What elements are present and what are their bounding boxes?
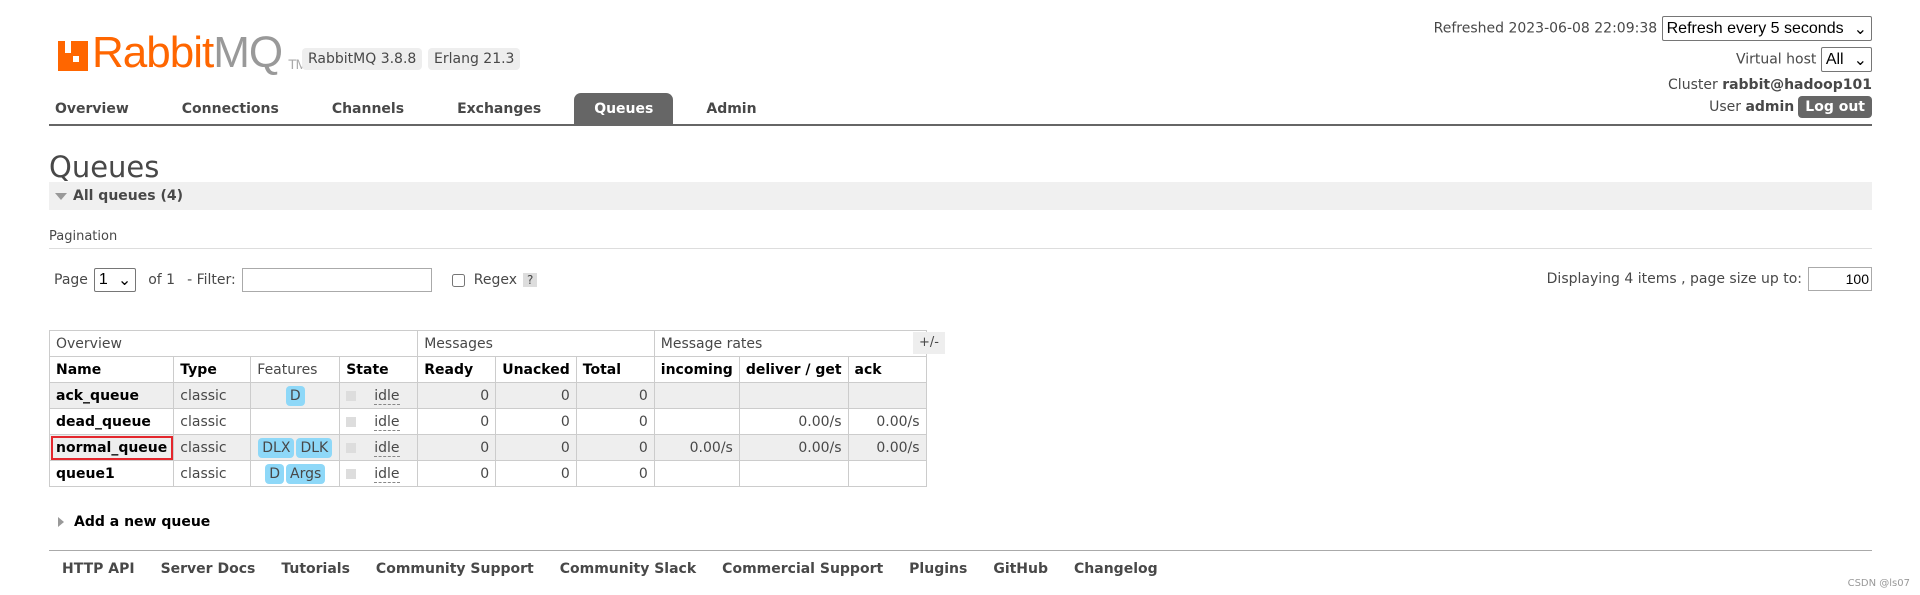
tab-channels[interactable]: Channels [312,93,424,124]
footer-link[interactable]: Server Docs [161,561,256,577]
column-header[interactable]: Total [575,356,655,383]
rabbitmq-logo: Rabbit MQ TM [58,28,307,78]
page-size-input[interactable] [1808,267,1872,291]
queue-type: classic [180,439,227,456]
erlang-badge: Erlang 21.3 [428,48,521,70]
footer-link[interactable]: Plugins [909,561,967,577]
queue-type: classic [180,413,227,430]
total-value: 0 [638,387,648,404]
queue-name-link[interactable]: queue1 [56,466,115,482]
column-header[interactable]: Ready [417,356,497,383]
column-header[interactable]: Features [250,356,341,383]
expand-triangle-icon [58,517,64,527]
regex-checkbox[interactable] [451,273,465,287]
queue-type: classic [180,387,227,404]
incoming-value: 0.00/s [689,439,733,456]
all-queues-toggle[interactable]: All queues (4) [49,182,1872,210]
footer-link[interactable]: Community Slack [560,561,696,577]
deliver-value: 0.00/s [798,439,842,456]
column-header[interactable]: deliver / get [738,356,849,383]
feature-badge: DLX [258,437,295,458]
refresh-select[interactable]: Refresh every 5 seconds ⌄ [1661,16,1872,41]
footer-link[interactable]: Tutorials [281,561,350,577]
ack-value: 0.00/s [876,413,920,430]
queue-name-link[interactable]: ack_queue [56,388,139,404]
tab-overview[interactable]: Overview [49,93,149,124]
rabbit-logo-icon [58,41,88,71]
unacked-value: 0 [560,439,570,456]
queues-table: Overview Messages Message rates Name Type… [48,330,927,487]
total-value: 0 [638,439,648,456]
queue-name-link[interactable]: dead_queue [56,414,151,430]
version-badge: RabbitMQ 3.8.8 [302,48,423,70]
column-header[interactable]: Name [48,356,175,383]
tab-connections[interactable]: Connections [162,93,299,124]
page-select[interactable]: 1 ⌄ [93,268,137,292]
unacked-value: 0 [560,465,570,482]
add-queue-toggle[interactable]: Add a new queue [58,514,210,530]
tab-exchanges[interactable]: Exchanges [437,93,561,124]
footer-link[interactable]: Changelog [1074,561,1158,577]
ack-value: 0.00/s [876,439,920,456]
table-row: ack_queue classic Didle 0 0 0 [48,382,927,409]
queue-type: classic [180,465,227,482]
state-indicator-icon [346,390,357,401]
watermark: CSDN @ls07 [1847,578,1910,589]
deliver-value: 0.00/s [798,413,842,430]
refreshed-text: Refreshed 2023-06-08 22:09:38 [1433,20,1658,37]
ready-value: 0 [480,439,490,456]
tab-admin[interactable]: Admin [686,93,776,124]
cluster-name: rabbit@hadoop101 [1722,77,1872,93]
table-row: normal_queue classic DLX DLK idle 0 0 0 0.00/s 0.… [48,434,927,461]
toggle-columns-button[interactable]: +/- [913,332,945,354]
feature-badge: Args [286,463,326,484]
state-indicator-icon [346,416,357,427]
feature-badge: D [285,385,305,406]
pagination-heading: Pagination [49,229,118,244]
table-row: queue1 classic D Args idle 0 0 0 [48,460,927,487]
page-title: Queues [49,150,160,184]
vhost-label: Virtual host [1735,51,1817,68]
divider [49,248,1872,249]
chevron-down-icon: ⌄ [117,272,132,289]
footer-link[interactable]: GitHub [993,561,1048,577]
column-header[interactable]: Unacked [495,356,577,383]
feature-badge: DLK [296,437,333,458]
main-nav: Overview Connections Channels Exchanges Queu… [49,93,1872,126]
ready-value: 0 [480,465,490,482]
ready-value: 0 [480,413,490,430]
footer-link[interactable]: Community Support [376,561,534,577]
unacked-value: 0 [560,387,570,404]
state-indicator-icon [346,442,357,453]
state-text: idle [374,465,400,483]
unacked-value: 0 [560,413,570,430]
column-header[interactable]: Type [173,356,252,383]
ready-value: 0 [480,387,490,404]
footer-link[interactable]: HTTP API [62,561,135,577]
vhost-select[interactable]: All ⌄ [1820,47,1872,72]
total-value: 0 [638,465,648,482]
chevron-down-icon: ⌄ [1853,20,1867,38]
collapse-triangle-icon [55,193,67,200]
state-text: idle [374,387,400,405]
column-header[interactable]: ack [847,356,927,383]
tab-queues[interactable]: Queues [574,93,674,124]
state-text: idle [374,439,400,457]
feature-badge: D [265,463,284,484]
column-header[interactable]: incoming [653,356,740,383]
chevron-down-icon: ⌄ [1853,51,1867,69]
state-text: idle [374,413,400,431]
total-value: 0 [638,413,648,430]
footer: HTTP API Server Docs Tutorials Community Su… [49,550,1872,577]
state-indicator-icon [346,468,357,479]
footer-link[interactable]: Commercial Support [722,561,883,577]
queue-name-link[interactable]: normal_queue [56,440,167,456]
filter-input[interactable] [241,268,432,292]
table-row: dead_queue classic idle 0 0 0 0.00/s 0.00/s [48,408,927,435]
column-header[interactable]: State [339,356,419,383]
regex-help-button[interactable]: ? [523,273,538,287]
